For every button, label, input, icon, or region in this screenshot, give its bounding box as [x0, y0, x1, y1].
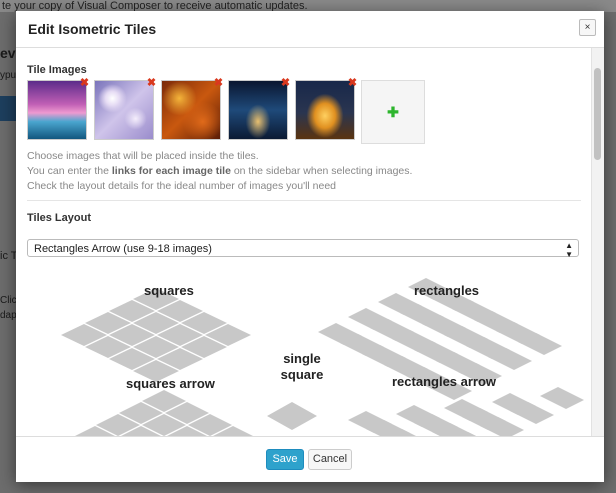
- rectangles-arrow-layout-tiles: [348, 387, 584, 437]
- tile-image-thumb[interactable]: ✖: [295, 78, 358, 140]
- tile-image: [162, 81, 220, 139]
- tile-image-thumb[interactable]: ✖: [27, 78, 90, 140]
- tile-images-label: Tile Images: [27, 64, 87, 76]
- tiles-layout-label: Tiles Layout: [27, 212, 91, 224]
- add-image-button[interactable]: ✚: [361, 80, 425, 144]
- tile-images-help: Choose images that will be placed inside…: [27, 149, 412, 194]
- tile-image: [229, 81, 287, 139]
- squares-layout-label: squares: [144, 283, 194, 298]
- help-line: Choose images that will be placed inside…: [27, 150, 259, 162]
- background-text-fragment: ic T: [0, 250, 18, 262]
- remove-image-icon[interactable]: ✖: [79, 78, 90, 89]
- remove-image-icon[interactable]: ✖: [280, 78, 291, 89]
- single-square-layout-label-line1: single: [283, 351, 321, 366]
- remove-image-icon[interactable]: ✖: [347, 78, 358, 89]
- remove-image-icon[interactable]: ✖: [146, 78, 157, 89]
- close-button[interactable]: ×: [579, 19, 596, 36]
- scrollbar-thumb[interactable]: [594, 68, 601, 160]
- section-divider: [27, 200, 581, 201]
- isometric-tile: [267, 402, 317, 430]
- plus-icon: ✚: [387, 104, 399, 120]
- tile-image-thumb[interactable]: ✖: [161, 78, 224, 140]
- background-text-fragment: ypu: [0, 70, 17, 81]
- save-button[interactable]: Save: [266, 449, 304, 470]
- single-square-layout-tile: [267, 402, 317, 430]
- select-arrows-icon: ▲ ▼: [565, 241, 573, 259]
- edit-isometric-tiles-dialog: Edit Isometric Tiles × Tile Images ✖ ✖ ✖…: [16, 11, 604, 482]
- dialog-title: Edit Isometric Tiles: [28, 21, 157, 37]
- background-text-fragment: dap: [0, 310, 17, 321]
- help-line: Check the layout details for the ideal n…: [27, 180, 337, 192]
- tile-image: [28, 81, 86, 139]
- squares-layout-tiles: [61, 288, 251, 382]
- squares-arrow-layout-tiles: [73, 390, 255, 437]
- isometric-tile: [540, 387, 584, 409]
- dialog-scrollbar[interactable]: [591, 48, 604, 437]
- rectangles-layout-label: rectangles: [414, 283, 480, 298]
- tile-image-thumb[interactable]: ✖: [228, 78, 291, 140]
- dialog-header: Edit Isometric Tiles ×: [16, 11, 604, 48]
- dialog-body[interactable]: Tile Images ✖ ✖ ✖ ✖ ✖ ✚ Choose images th…: [16, 48, 592, 437]
- background-button-fragment: [0, 96, 16, 121]
- layout-previews: squares rectangles single square squares…: [16, 266, 592, 437]
- remove-image-icon[interactable]: ✖: [213, 78, 224, 89]
- single-square-layout-label-line2: square: [280, 367, 324, 382]
- tiles-layout-value: Rectangles Arrow (use 9-18 images): [34, 243, 212, 255]
- tiles-layout-select[interactable]: Rectangles Arrow (use 9-18 images) ▲ ▼: [27, 239, 579, 259]
- tile-image-thumb[interactable]: ✖: [94, 78, 157, 140]
- tile-image: [296, 81, 354, 139]
- cancel-button[interactable]: Cancel: [308, 449, 352, 470]
- help-line: You can enter the links for each image t…: [27, 165, 413, 177]
- squares-arrow-layout-label: squares arrow: [126, 376, 215, 391]
- dialog-footer: Save Cancel: [16, 436, 604, 482]
- tile-image: [95, 81, 153, 139]
- rectangles-arrow-layout-label: rectangles arrow: [392, 374, 497, 389]
